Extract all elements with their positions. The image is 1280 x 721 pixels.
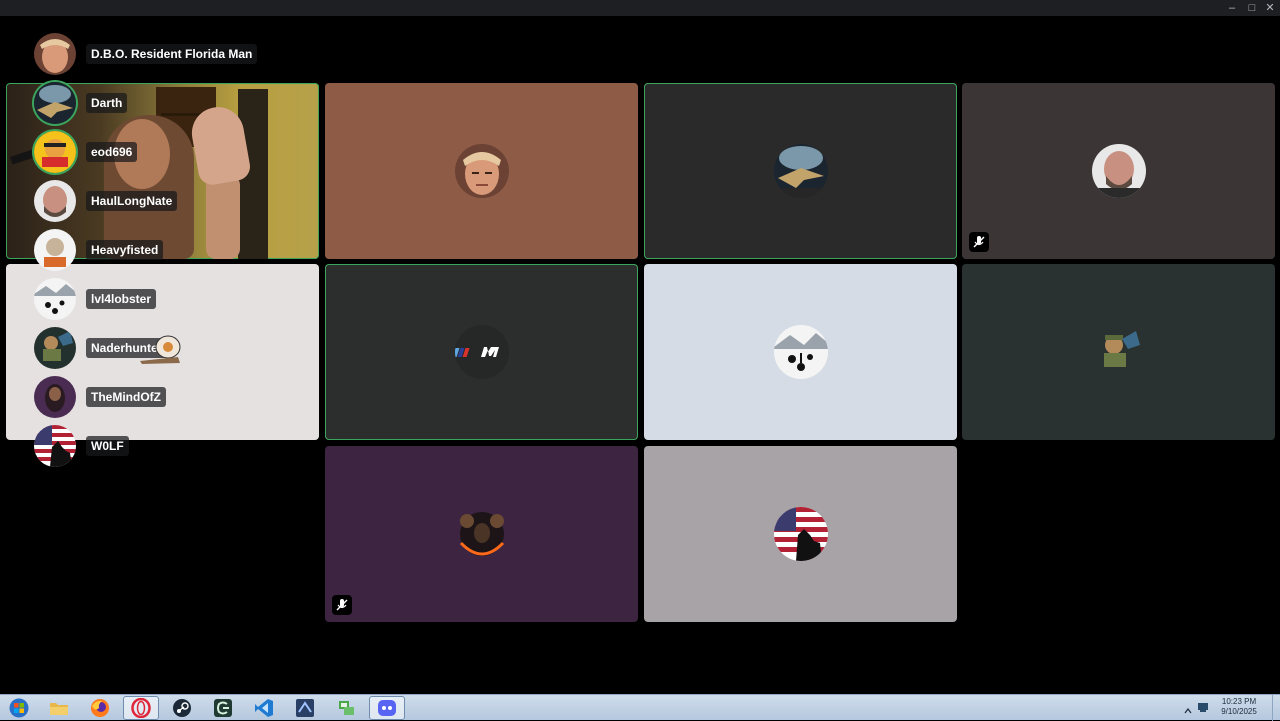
naderhunter-badge-avatar	[1091, 325, 1146, 379]
vscode-icon	[255, 699, 273, 717]
tray-expand-icon[interactable]	[1184, 702, 1192, 714]
video-grid: D.B.O. Resident Florida Man Darth eod696…	[0, 16, 1280, 694]
system-tray: 10:23 PM 9/10/2025	[1170, 695, 1280, 721]
voice-member[interactable]: eod696	[34, 131, 294, 173]
clock-time: 10:23 PM	[1221, 697, 1257, 706]
member-avatar	[34, 327, 76, 369]
video-tile-6[interactable]	[325, 264, 638, 440]
voice-member[interactable]: lvl4lobster	[34, 278, 294, 320]
firefox-icon	[91, 699, 109, 717]
member-avatar	[34, 131, 76, 173]
face-avatar	[454, 144, 509, 198]
cheat-engine-button[interactable]	[205, 696, 241, 720]
voice-member[interactable]: W0LF	[34, 425, 294, 467]
vscode-button[interactable]	[246, 696, 282, 720]
network-tool-icon	[339, 701, 354, 715]
mute-icon	[332, 595, 352, 615]
network-tool-button[interactable]	[328, 696, 364, 720]
opera-icon	[131, 698, 151, 718]
firefox-button[interactable]	[82, 696, 118, 720]
jet-avatar	[773, 144, 828, 198]
minimize-button[interactable]: –	[1222, 0, 1242, 16]
member-avatar	[34, 278, 76, 320]
terminal-app-icon	[296, 699, 314, 717]
taskbar: 10:23 PM 9/10/2025	[0, 694, 1280, 721]
sticker-icon	[138, 333, 184, 365]
snow-scene-avatar	[773, 325, 828, 379]
terminal-app-button[interactable]	[287, 696, 323, 720]
clock-date: 9/10/2025	[1221, 707, 1257, 716]
video-tile-10[interactable]	[644, 446, 957, 622]
member-name: eod696	[86, 142, 138, 162]
cyberpunk-figure-avatar	[454, 507, 509, 561]
windows-orb-icon	[9, 698, 29, 718]
opera-button[interactable]	[123, 696, 159, 720]
steam-icon	[173, 699, 191, 717]
voice-member[interactable]: Darth	[34, 82, 294, 124]
member-avatar	[34, 229, 76, 271]
video-tile-3[interactable]	[644, 83, 957, 259]
maximize-button[interactable]: □	[1242, 0, 1262, 16]
flag-soldier-avatar	[773, 507, 828, 561]
member-avatar	[34, 425, 76, 467]
discord-icon	[378, 700, 396, 716]
folder-icon	[50, 703, 68, 715]
bald-man-avatar	[1091, 144, 1146, 198]
show-desktop-button[interactable]	[1272, 695, 1280, 721]
start-button[interactable]	[1, 696, 37, 720]
cheat-engine-icon	[214, 699, 232, 717]
voice-member[interactable]: TheMindOfZ	[34, 376, 294, 418]
voice-member[interactable]: D.B.O. Resident Florida Man	[34, 33, 294, 75]
steam-button[interactable]	[164, 696, 200, 720]
member-name: lvl4lobster	[86, 289, 157, 309]
member-name: Heavyfisted	[86, 240, 164, 260]
member-avatar	[34, 33, 76, 75]
window-titlebar: – □ ✕	[0, 0, 1280, 16]
close-button[interactable]: ✕	[1260, 0, 1280, 16]
system-clock[interactable]: 10:23 PM 9/10/2025	[1214, 697, 1264, 717]
member-name: Darth	[86, 93, 128, 113]
video-tile-8[interactable]	[962, 264, 1275, 440]
member-avatar	[34, 376, 76, 418]
video-tile-7[interactable]	[644, 264, 957, 440]
member-avatar	[34, 180, 76, 222]
member-avatar	[34, 82, 76, 124]
member-name: D.B.O. Resident Florida Man	[86, 44, 258, 64]
video-tile-9[interactable]	[325, 446, 638, 622]
member-name: W0LF	[86, 436, 129, 456]
network-tray-icon[interactable]	[1197, 700, 1209, 712]
voice-member[interactable]: HaulLongNate	[34, 180, 294, 222]
file-explorer-button[interactable]	[41, 696, 77, 720]
member-name: TheMindOfZ	[86, 387, 166, 407]
bmw-m-logo-avatar	[454, 325, 509, 379]
discord-button[interactable]	[369, 696, 405, 720]
video-tile-4[interactable]	[962, 83, 1275, 259]
video-tile-2[interactable]	[325, 83, 638, 259]
mute-icon	[969, 232, 989, 252]
voice-member[interactable]: Heavyfisted	[34, 229, 294, 271]
voice-member[interactable]: Naderhunter	[34, 327, 294, 369]
member-name: HaulLongNate	[86, 191, 178, 211]
